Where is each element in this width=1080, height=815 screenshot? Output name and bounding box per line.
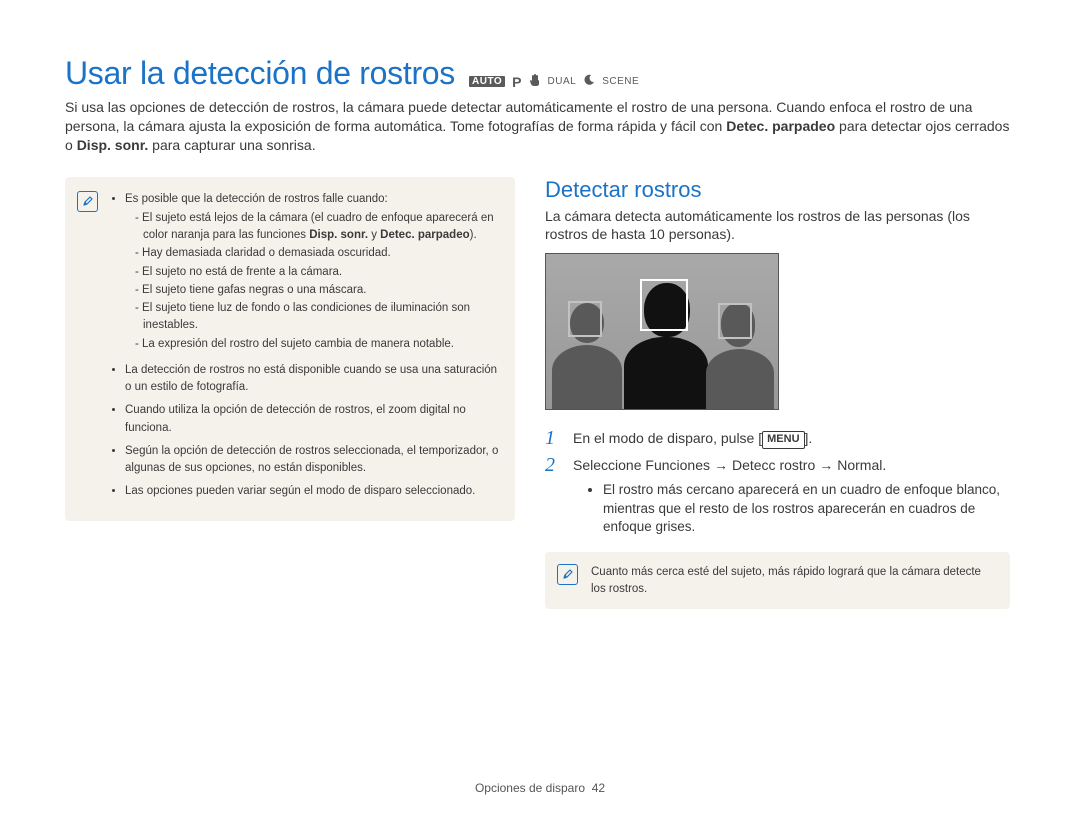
note-item: Las opciones pueden variar según el modo… [125,483,499,500]
mode-icons: AUTO P DUAL SCENE [469,73,639,90]
step-number: 2 [545,455,563,475]
section-intro: La cámara detecta automáticamente los ro… [545,207,1010,243]
note-subitem: El sujeto está lejos de la cámara (el cu… [135,210,499,245]
note-item: Cuando utiliza la opción de detección de… [125,402,499,437]
note-item: Es posible que la detección de rostros f… [125,191,499,356]
intro-paragraph: Si usa las opciones de detección de rost… [65,98,1010,155]
note-icon [77,191,98,212]
note-item: Según la opción de detección de rostros … [125,443,499,478]
note-subitem: La expresión del rostro del sujeto cambi… [135,336,499,353]
step-2-sub: El rostro más cercano aparecerá en un cu… [545,481,1010,536]
note-subitem: Hay demasiada claridad o demasiada oscur… [135,245,499,262]
note-subitem: El sujeto no está de frente a la cámara. [135,264,499,281]
note-subitem: El sujeto tiene gafas negras o una másca… [135,282,499,299]
note-subitem: El sujeto tiene luz de fondo o las condi… [135,300,499,335]
mode-dual: DUAL [548,76,577,87]
tip-box: Cuanto más cerca esté del sujeto, más rá… [545,552,1010,609]
note-icon [557,564,578,585]
hand-icon [529,73,541,90]
page-title: Usar la detección de rostros [65,55,455,92]
step-1: 1 En el modo de disparo, pulse [MENU]. [545,428,1010,449]
page-footer: Opciones de disparo 42 [0,781,1080,795]
mode-scene: SCENE [602,76,639,87]
menu-button-label: MENU [762,431,804,449]
step-number: 1 [545,428,563,449]
note-box: Es posible que la detección de rostros f… [65,177,515,521]
step-2: 2 Seleccione Funciones→Detecc rostro→Nor… [545,455,1010,475]
mode-p: P [512,74,521,90]
section-heading: Detectar rostros [545,177,1010,203]
mode-auto-badge: AUTO [469,76,505,87]
note-item: La detección de rostros no está disponib… [125,362,499,397]
face-detection-illustration [545,253,779,410]
moon-icon [583,74,595,89]
